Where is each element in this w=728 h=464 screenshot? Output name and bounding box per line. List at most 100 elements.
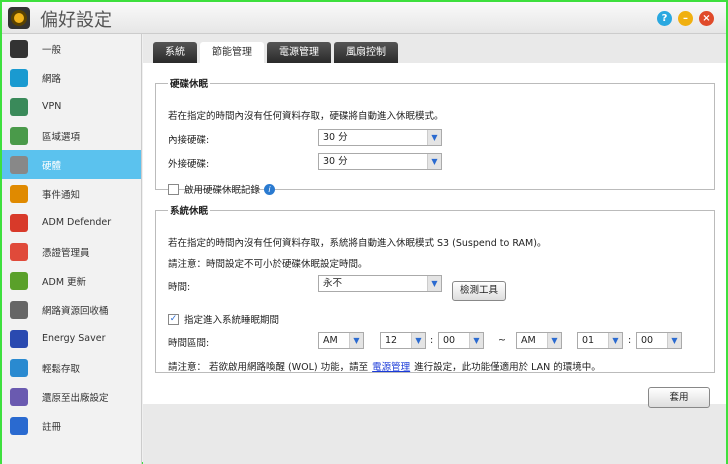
hdd-description: 若在指定的時間內沒有任何資料存取，硬碟將自動進入休眠模式。 [168,111,444,122]
sidebar-item-icon [10,329,28,348]
tab-system[interactable]: 系統 [153,42,197,63]
sidebar-item-icon [10,68,28,87]
sidebar-item-label: 還原至出廠設定 [42,392,109,404]
select-value: 12 [385,335,398,346]
chevron-down-icon: ▼ [427,276,441,291]
sys-note: 請注意：時間設定不可小於硬碟休眠設定時間。 [168,259,368,270]
internal-disk-label: 內接硬碟: [168,135,210,146]
sidebar-item-label: 事件通知 [42,189,81,201]
info-icon[interactable]: i [264,183,276,195]
sidebar-item[interactable]: Energy Saver [2,324,141,353]
sidebar-item-icon [10,300,28,319]
colon: : [628,335,632,346]
title-bar: 偏好設定 ? – × [2,2,726,34]
hdd-log-checkbox[interactable] [168,183,179,195]
chevron-down-icon: ▼ [608,333,622,348]
sidebar-item[interactable]: ADM Defender [2,208,141,237]
time-label: 時間: [168,282,191,293]
sidebar-item[interactable]: 硬體 [2,150,141,179]
sidebar-item[interactable]: 註冊 [2,411,141,440]
minimize-button[interactable]: – [678,11,693,26]
sidebar-item[interactable]: ADM 更新 [2,266,141,295]
sidebar: 一般網路 VPN 區域選項硬體事件通知 ADM Defender 憑證管理員 ADM 更新… [2,34,142,464]
select-value: 30 分 [323,156,348,167]
tab-panel: 硬碟休眠 若在指定的時間內沒有任何資料存取，硬碟將自動進入休眠模式。 內接硬碟:… [143,63,726,404]
sidebar-item-label: VPN [42,101,62,112]
close-button[interactable]: × [699,11,714,26]
sidebar-item-label: 一般 [42,44,62,56]
end-ampm-select[interactable]: AM ▼ [516,332,562,349]
sleep-time-select[interactable]: 永不 ▼ [318,275,442,292]
sidebar-item[interactable]: 一般 [2,34,141,63]
system-hibernation-section: 系統休眠 若在指定的時間內沒有任何資料存取，系統將自動進入休眠模式 S3 (Su… [155,203,715,373]
section-title: 硬碟休眠 [170,79,209,90]
end-hour-select[interactable]: 01 ▼ [577,332,623,349]
external-disk-select[interactable]: 30 分 ▼ [318,153,442,170]
sidebar-item[interactable]: 網路資源回收桶 [2,295,141,324]
detect-tool-button[interactable]: 檢測工具 [452,281,506,301]
wol-note: 請注意： 若欲啟用網路喚醒 (WOL) 功能，請至 [168,362,369,373]
sidebar-item-label: 輕鬆存取 [42,363,81,375]
sidebar-item[interactable]: 區域選項 [2,121,141,150]
end-minute-select[interactable]: 00 ▼ [636,332,682,349]
colon: : [430,335,434,346]
start-ampm-select[interactable]: AM ▼ [318,332,364,349]
sidebar-item-label: Energy Saver [42,333,106,344]
chevron-down-icon: ▼ [427,154,441,169]
sidebar-item-label: ADM 更新 [42,276,87,288]
chevron-down-icon: ▼ [349,333,363,348]
sidebar-item-icon [10,97,28,116]
hdd-log-label: 啟用硬碟休眠記錄 [184,185,261,196]
sidebar-item[interactable]: 還原至出廠設定 [2,382,141,411]
sidebar-item-icon [10,213,28,232]
power-management-link[interactable]: 電源管理 [372,359,410,373]
tilde: ~ [498,335,506,346]
sleep-period-checkbox[interactable]: ✓ [168,313,179,325]
sidebar-item-label: 憑證管理員 [42,247,90,259]
app-logo-icon [8,7,30,29]
sidebar-item[interactable]: 事件通知 [2,179,141,208]
sidebar-item-icon [10,184,28,203]
sleep-period-label: 指定進入系統睡眠期間 [184,315,280,326]
select-value: 00 [641,335,654,346]
select-value: 30 分 [323,132,348,143]
select-value: 永不 [323,278,343,289]
external-disk-label: 外接硬碟: [168,159,210,170]
hdd-hibernation-section: 硬碟休眠 若在指定的時間內沒有任何資料存取，硬碟將自動進入休眠模式。 內接硬碟:… [155,76,715,196]
apply-button[interactable]: 套用 [648,387,710,408]
time-range-label: 時間區間: [168,338,210,349]
start-hour-select[interactable]: 12 ▼ [380,332,426,349]
chevron-down-icon: ▼ [469,333,483,348]
sidebar-item-label: 網路資源回收桶 [42,305,109,317]
sidebar-item[interactable]: 憑證管理員 [2,237,141,266]
sidebar-item[interactable]: 輕鬆存取 [2,353,141,382]
sidebar-item-label: 網路 [42,73,62,85]
sidebar-item-label: 硬體 [42,160,62,172]
sidebar-item-icon [10,155,28,174]
main-area: 系統 節能管理 電源管理 風扇控制 硬碟休眠 若在指定的時間內沒有任何資料存取，… [143,34,726,464]
sidebar-item-icon [10,126,28,145]
chevron-down-icon: ▼ [427,130,441,145]
sidebar-item-label: 註冊 [42,421,62,433]
sidebar-item[interactable]: VPN [2,92,141,121]
tab-fan-control[interactable]: 風扇控制 [334,42,398,63]
preferences-window: 偏好設定 ? – × 一般網路 VPN 區域選項硬體事件通知 ADM Defender… [0,0,728,464]
sidebar-item[interactable]: 網路 [2,63,141,92]
select-value: 01 [582,335,595,346]
internal-disk-select[interactable]: 30 分 ▼ [318,129,442,146]
sidebar-item-icon [10,358,28,377]
select-value: AM [323,335,338,346]
tab-power-management[interactable]: 電源管理 [267,42,331,63]
start-minute-select[interactable]: 00 ▼ [438,332,484,349]
sidebar-item-icon [10,387,28,406]
sidebar-item-icon [10,271,28,290]
sys-description: 若在指定的時間內沒有任何資料存取，系統將自動進入休眠模式 S3 (Suspend… [168,238,547,249]
chevron-down-icon: ▼ [547,333,561,348]
help-icon[interactable]: ? [657,11,672,26]
sidebar-item-icon [10,242,28,261]
wol-note-suffix: 進行設定，此功能僅適用於 LAN 的環境中。 [414,362,601,373]
tab-energy-saving[interactable]: 節能管理 [200,42,264,64]
chevron-down-icon: ▼ [667,333,681,348]
sidebar-item-label: 區域選項 [42,131,81,143]
sidebar-item-label: ADM Defender [42,217,112,228]
